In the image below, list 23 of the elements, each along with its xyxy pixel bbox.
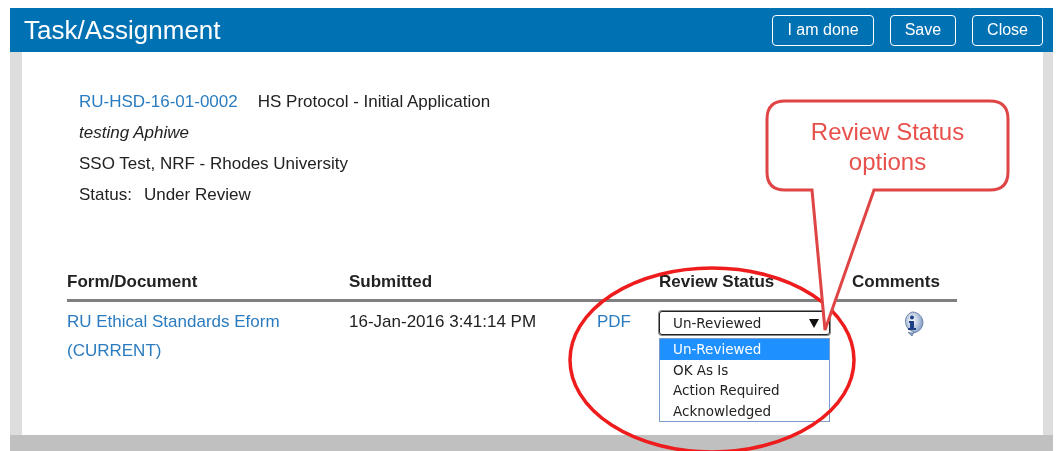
record-type: HS Protocol - Initial Application: [257, 92, 491, 113]
callout-text: Review Status options: [809, 117, 966, 177]
header-button[interactable]: Save: [889, 14, 957, 46]
column-header: Submitted: [349, 272, 434, 293]
status-value: Under Review: [143, 185, 251, 206]
submitted-date: 16-Jan-2016 3:41:14 PM: [349, 312, 537, 331]
header-button[interactable]: Close: [972, 14, 1043, 46]
column-header: Review Status: [659, 272, 776, 293]
column-header: Comments: [852, 272, 941, 293]
dropdown-option[interactable]: Acknowledged: [660, 400, 829, 421]
record-owner: SSO Test, NRF - Rhodes University: [79, 154, 348, 175]
form-link[interactable]: RU Ethical Standards Eform (CURRENT): [67, 307, 337, 365]
dropdown-option[interactable]: Action Required: [660, 380, 829, 401]
record-id-link[interactable]: RU-HSD-16-01-0002: [79, 92, 238, 123]
header-button[interactable]: I am done: [772, 14, 874, 46]
dropdown-option[interactable]: OK As Is: [660, 359, 829, 380]
status-label: Status:: [79, 185, 132, 206]
record-title: testing Aphiwe: [79, 123, 189, 144]
review-status-dropdown[interactable]: Un-Reviewed: [659, 311, 830, 335]
dropdown-option[interactable]: Un-Reviewed: [660, 339, 829, 360]
window-title: Task/Assignment: [24, 14, 221, 46]
column-header: Form/Document: [67, 272, 199, 293]
pdf-link[interactable]: PDF: [597, 312, 631, 331]
